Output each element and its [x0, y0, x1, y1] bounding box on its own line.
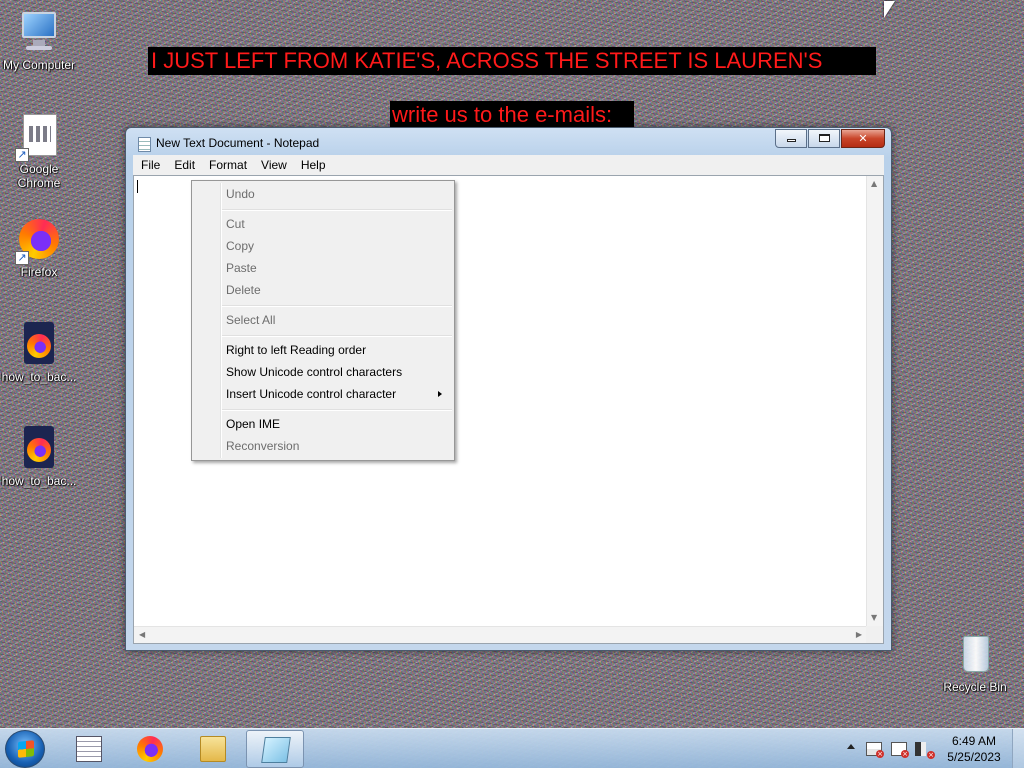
action-center-flag-icon[interactable]: × [866, 742, 884, 758]
desktop-icon-google-chrome[interactable]: ↗ Google Chrome [1, 114, 77, 190]
context-menu: Undo Cut Copy Paste Delete Select All Ri… [191, 180, 455, 461]
ctx-cut[interactable]: Cut [194, 213, 452, 235]
close-icon: ✕ [858, 132, 868, 145]
network-icon[interactable]: × [891, 742, 909, 758]
minimize-icon [786, 139, 796, 142]
desktop-icon-how-to-back-1[interactable]: how_to_bac... [1, 322, 77, 385]
ctx-show-unicode-control[interactable]: Show Unicode control characters [194, 361, 452, 383]
desktop-icon-label: Google Chrome [17, 162, 61, 190]
ctx-delete[interactable]: Delete [194, 279, 452, 301]
firefox-icon [137, 736, 163, 762]
text-caret [137, 180, 138, 193]
menu-edit[interactable]: Edit [167, 156, 202, 174]
taskbar-notepad-active[interactable] [246, 730, 304, 768]
clock-date: 5/25/2023 [947, 750, 1001, 764]
shortcut-arrow-icon: ↗ [15, 148, 29, 162]
firefox-icon: ↗ [15, 217, 61, 265]
ctx-insert-unicode-control[interactable]: Insert Unicode control character [194, 383, 452, 405]
firefox-file-icon [17, 322, 61, 366]
show-hidden-icons-chevron-icon[interactable] [847, 744, 855, 749]
desktop-icon-label: My Computer [2, 58, 76, 72]
ctx-select-all[interactable]: Select All [194, 309, 452, 331]
ctx-undo[interactable]: Undo [194, 183, 452, 205]
desktop-icon-label: how_to_bac... [1, 370, 77, 384]
taskbar-notepad-doc[interactable] [60, 730, 118, 768]
clock-time: 6:49 AM [951, 734, 997, 748]
firefox-file-icon [17, 426, 61, 470]
desktop-icon-label: how_to_bac... [1, 474, 77, 488]
scroll-left-icon[interactable]: ◀ [139, 631, 145, 639]
resize-grip[interactable] [866, 626, 883, 643]
horizontal-scrollbar[interactable]: ◀ ▶ [134, 626, 867, 643]
chrome-shortcut-icon: ↗ [15, 114, 61, 162]
menu-separator [222, 209, 452, 211]
caption-buttons: ✕ [775, 129, 885, 148]
mute-badge-icon: × [927, 751, 935, 759]
volume-muted-icon[interactable]: × [915, 742, 935, 759]
notepad-icon [261, 737, 291, 763]
taskbar: × × × 6:49 AM 5/25/2023 [0, 728, 1024, 768]
error-badge-icon: × [901, 750, 909, 758]
minimize-button[interactable] [775, 129, 807, 148]
menu-separator [222, 409, 452, 411]
desktop-icon-label: Firefox [20, 265, 58, 279]
computer-icon [17, 10, 61, 54]
close-button[interactable]: ✕ [841, 129, 885, 148]
window-title: New Text Document - Notepad [156, 136, 320, 150]
menu-file[interactable]: File [134, 156, 167, 174]
ctx-copy[interactable]: Copy [194, 235, 452, 257]
text-document-icon [76, 736, 102, 762]
folder-icon [200, 736, 226, 762]
show-desktop-button[interactable] [1012, 729, 1024, 768]
taskbar-explorer[interactable] [184, 730, 242, 768]
maximize-icon [818, 134, 830, 142]
ctx-reconversion[interactable]: Reconversion [194, 435, 452, 457]
scroll-right-icon[interactable]: ▶ [856, 631, 862, 639]
maximize-button[interactable] [808, 129, 840, 148]
submenu-arrow-icon [438, 391, 442, 397]
scroll-down-icon[interactable]: ▼ [871, 614, 877, 622]
ctx-open-ime[interactable]: Open IME [194, 413, 452, 435]
menu-view[interactable]: View [254, 156, 294, 174]
window-titlebar[interactable]: New Text Document - Notepad ✕ [126, 128, 891, 158]
mouse-cursor-icon [884, 1, 895, 18]
desktop-icon-my-computer[interactable]: My Computer [1, 10, 77, 73]
notepad-icon [138, 137, 151, 152]
error-badge-icon: × [876, 750, 884, 758]
desktop-icon-recycle-bin[interactable]: Recycle Bin [937, 632, 1013, 695]
shortcut-arrow-icon: ↗ [15, 251, 29, 265]
ransom-banner-line1: I JUST LEFT FROM KATIE'S, ACROSS THE STR… [148, 47, 876, 75]
ctx-paste[interactable]: Paste [194, 257, 452, 279]
windows-logo-icon [18, 740, 34, 758]
taskbar-firefox[interactable] [121, 730, 179, 768]
vertical-scrollbar[interactable]: ▲ ▼ [866, 176, 883, 626]
ransom-banner-line2: write us to the e-mails: [390, 101, 634, 127]
menu-bar: File Edit Format View Help [133, 155, 884, 175]
menu-help[interactable]: Help [294, 156, 333, 174]
recycle-bin-icon [953, 632, 997, 676]
desktop-icon-how-to-back-2[interactable]: how_to_bac... [1, 426, 77, 489]
system-clock[interactable]: 6:49 AM 5/25/2023 [938, 733, 1010, 765]
ctx-rtl-reading-order[interactable]: Right to left Reading order [194, 339, 452, 361]
menu-separator [222, 305, 452, 307]
menu-separator [222, 335, 452, 337]
start-button[interactable] [5, 730, 45, 768]
desktop-icon-label: Recycle Bin [943, 680, 1007, 694]
scroll-up-icon[interactable]: ▲ [871, 180, 877, 188]
desktop-icon-firefox[interactable]: ↗ Firefox [1, 217, 77, 280]
menu-format[interactable]: Format [202, 156, 254, 174]
ctx-insert-unicode-label: Insert Unicode control character [226, 387, 397, 401]
